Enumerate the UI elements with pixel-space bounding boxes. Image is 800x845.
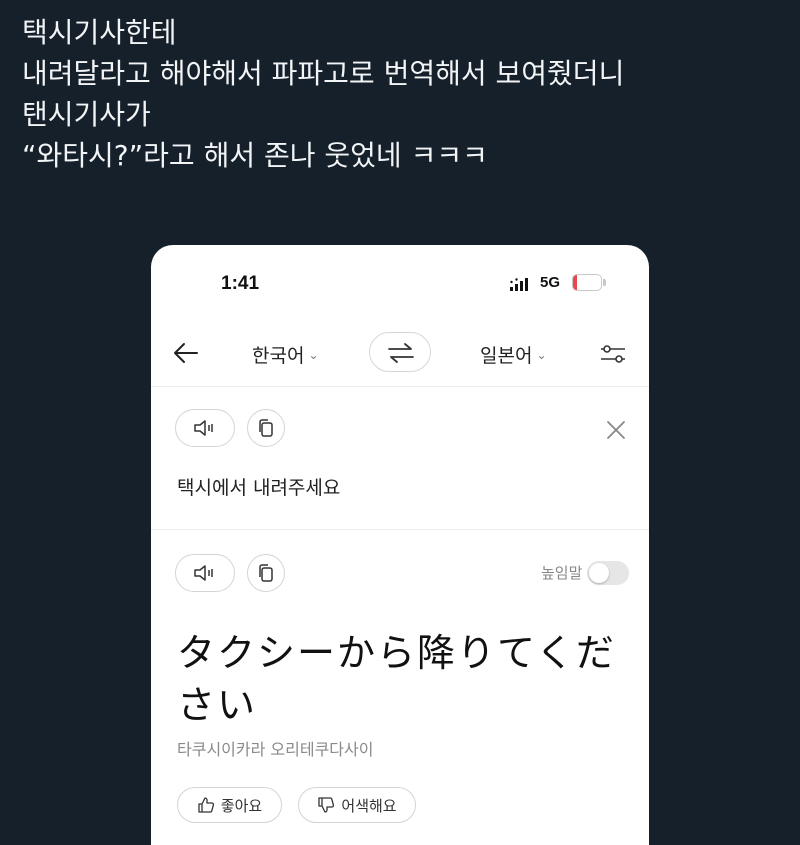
network-label: 5G xyxy=(540,274,561,291)
honorific-label: 높임말 xyxy=(541,564,583,582)
attached-screenshot[interactable]: 1:41 5G 15 한국어 ⌄ 일본어 ⌄ 택시에서 내려주세요 높임말 タク… xyxy=(151,245,649,845)
signal-icon xyxy=(510,278,528,291)
sliders-icon[interactable] xyxy=(599,342,627,366)
result-copy-button[interactable] xyxy=(247,554,285,592)
swap-languages-button[interactable] xyxy=(369,332,431,372)
target-language-select[interactable]: 일본어 ⌄ xyxy=(480,341,547,368)
target-language-label: 일본어 xyxy=(480,345,533,367)
source-text[interactable]: 택시에서 내려주세요 xyxy=(177,473,340,500)
translator-toolbar: 한국어 ⌄ 일본어 ⌄ xyxy=(151,320,649,387)
speaker-icon xyxy=(194,420,213,436)
close-icon[interactable] xyxy=(605,419,627,441)
copy-icon xyxy=(259,419,273,437)
pronunciation-text: 타쿠시이카라 오리테쿠다사이 xyxy=(177,740,374,759)
chevron-down-icon: ⌄ xyxy=(308,347,319,362)
tweet-text: 택시기사한테 내려달라고 해야해서 파파고로 번역해서 보여줬더니 탠시기사가 … xyxy=(22,12,782,176)
tweet-line: 탠시기사가 xyxy=(22,98,151,131)
battery-percent: 15 xyxy=(580,276,594,288)
source-language-label: 한국어 xyxy=(252,345,305,367)
speaker-icon xyxy=(194,565,213,581)
source-speak-button[interactable] xyxy=(175,409,235,447)
dislike-label: 어색해요 xyxy=(341,796,397,815)
honorific-toggle[interactable] xyxy=(587,561,629,585)
divider xyxy=(151,529,649,530)
battery-cap xyxy=(603,279,606,286)
status-bar: 1:41 5G 15 xyxy=(151,245,649,320)
arrow-left-icon[interactable] xyxy=(171,338,201,368)
swap-arrows-icon xyxy=(388,343,414,363)
source-copy-button[interactable] xyxy=(247,409,285,447)
like-button[interactable]: 좋아요 xyxy=(177,787,282,823)
chevron-down-icon: ⌄ xyxy=(536,347,547,362)
status-time: 1:41 xyxy=(221,273,260,294)
tweet-line: 택시기사한테 xyxy=(22,16,177,49)
result-speak-button[interactable] xyxy=(175,554,235,592)
source-language-select[interactable]: 한국어 ⌄ xyxy=(252,341,319,368)
tweet-line: 내려달라고 해야해서 파파고로 번역해서 보여줬더니 xyxy=(22,57,625,90)
tweet-line: “와타시?”라고 해서 존나 웃었네 ㅋㅋㅋ xyxy=(22,139,488,172)
thumbs-up-icon xyxy=(198,797,214,813)
thumbs-down-icon xyxy=(318,797,335,813)
copy-icon xyxy=(259,564,273,582)
dislike-button[interactable]: 어색해요 xyxy=(298,787,416,823)
toggle-knob xyxy=(589,563,609,583)
like-label: 좋아요 xyxy=(220,796,263,815)
translation-text: タクシーから降りてください xyxy=(177,631,616,727)
battery-icon: 15 xyxy=(572,274,602,291)
